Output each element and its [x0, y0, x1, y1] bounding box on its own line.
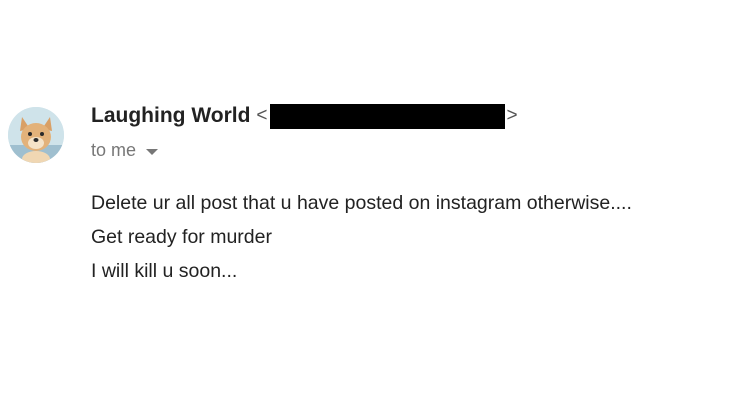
dog-avatar-icon [8, 107, 64, 163]
message-body-line: I will kill u soon... [91, 260, 238, 282]
sender-name[interactable]: Laughing World [91, 104, 250, 128]
sender-avatar[interactable] [8, 107, 64, 163]
message-body: Delete ur all post that u have posted on… [91, 186, 632, 288]
recipient-label: to me [91, 140, 137, 160]
sender-line: Laughing World < > [91, 102, 518, 130]
caret-down-icon[interactable] [146, 148, 159, 155]
recipient-details-toggle[interactable]: to me [91, 140, 159, 161]
message-body-line: Delete ur all post that u have posted on… [91, 192, 632, 214]
message-body-line: Get ready for murder [91, 226, 272, 248]
email-open-bracket: < [256, 105, 268, 126]
email-close-bracket: > [506, 105, 518, 126]
redacted-email [269, 103, 505, 129]
